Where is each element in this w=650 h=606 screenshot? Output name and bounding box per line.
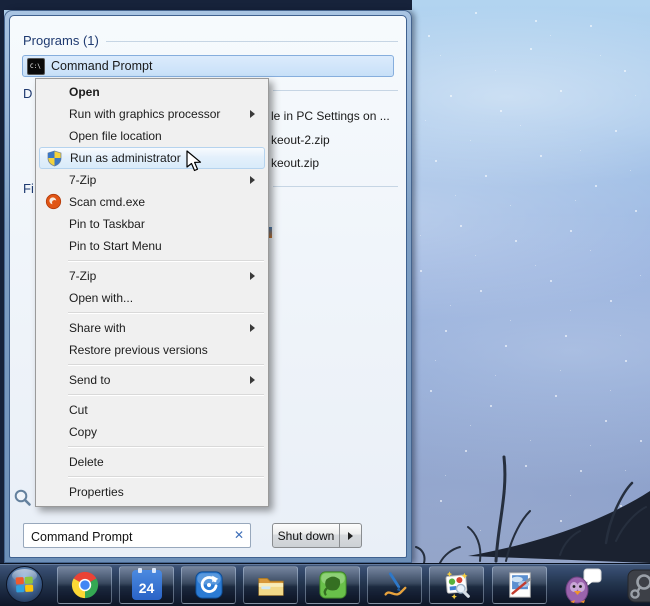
menu-item-share-with[interactable]: Share with: [39, 317, 265, 339]
taskbar-app-photo-viewer[interactable]: [492, 566, 547, 604]
menu-separator: [68, 446, 264, 448]
start-button[interactable]: [6, 566, 43, 603]
taskbar-app-steam[interactable]: [627, 568, 650, 604]
menu-separator: [68, 364, 264, 366]
menu-item-run-with-graphics-processor[interactable]: Run with graphics processor: [39, 103, 265, 125]
search-result-partial[interactable]: keout.zip: [271, 156, 319, 170]
section-divider: [273, 90, 398, 91]
clear-search-icon[interactable]: ✕: [234, 528, 244, 542]
menu-item-send-to[interactable]: Send to: [39, 369, 265, 391]
photo-wand-icon: [442, 570, 472, 600]
menu-item-7zip[interactable]: 7-Zip: [39, 265, 265, 287]
grass-silhouette: [410, 423, 650, 563]
menu-item-scan-cmd[interactable]: Scan cmd.exe: [39, 191, 265, 213]
context-menu: Open Run with graphics processor Open fi…: [35, 78, 269, 507]
taskbar-app-pidgin[interactable]: [560, 568, 604, 604]
documents-section-header-fragment: D: [23, 86, 32, 101]
menu-item-run-as-administrator[interactable]: Run as administrator: [39, 147, 265, 169]
taskbar-app-explorer[interactable]: [243, 566, 298, 604]
photo-viewer-icon: [506, 570, 534, 600]
svg-text:C:\: C:\: [30, 63, 41, 70]
uac-shield-icon: [46, 150, 63, 167]
taskbar-app-chrome[interactable]: [57, 566, 112, 604]
taskbar-app-evernote[interactable]: [305, 566, 360, 604]
menu-item-restore-previous-versions[interactable]: Restore previous versions: [39, 339, 265, 361]
circular-arrow-icon: [194, 570, 224, 600]
menu-item-properties[interactable]: Properties: [39, 481, 265, 503]
search-row: ✕ Shut down: [23, 523, 398, 550]
steam-icon: [627, 568, 650, 604]
search-input[interactable]: [29, 525, 228, 548]
command-prompt-icon: C:\: [27, 58, 45, 75]
search-result-partial[interactable]: keout-2.zip: [271, 133, 330, 147]
right-arrow-icon: [348, 532, 353, 540]
files-section-header-fragment: Fi: [23, 181, 34, 196]
pen-icon: [380, 570, 410, 600]
calendar-day: 24: [139, 580, 155, 600]
menu-item-label: Run as administrator: [70, 151, 181, 165]
folder-icon: [256, 571, 286, 599]
shutdown-button-group: Shut down: [272, 523, 362, 548]
menu-item-pin-to-taskbar[interactable]: Pin to Taskbar: [39, 213, 265, 235]
taskbar-app-calendar[interactable]: 24: [119, 566, 174, 604]
menu-separator: [68, 260, 264, 262]
pidgin-penguin-icon: [560, 568, 604, 604]
programs-section-header: Programs (1): [23, 33, 99, 48]
shutdown-button[interactable]: Shut down: [272, 523, 340, 548]
adaware-scan-icon: [45, 193, 62, 210]
menu-item-open-with[interactable]: Open with...: [39, 287, 265, 309]
menu-item-open-file-location[interactable]: Open file location: [39, 125, 265, 147]
result-label: Command Prompt: [51, 59, 152, 73]
taskbar-app-sync[interactable]: [181, 566, 236, 604]
calendar-icon: 24: [132, 570, 162, 600]
menu-item-cut[interactable]: Cut: [39, 399, 265, 421]
search-box[interactable]: ✕: [23, 523, 251, 548]
menu-item-pin-to-start-menu[interactable]: Pin to Start Menu: [39, 235, 265, 257]
taskbar-app-pen-notes[interactable]: [367, 566, 422, 604]
mouse-cursor: [186, 150, 208, 174]
menu-separator: [68, 394, 264, 396]
search-result-partial[interactable]: le in PC Settings on ...: [271, 109, 390, 123]
chrome-icon: [70, 570, 100, 600]
taskbar: 24: [0, 563, 650, 606]
menu-separator: [68, 312, 264, 314]
section-divider: [273, 186, 398, 187]
menu-separator: [68, 476, 264, 478]
menu-item-delete[interactable]: Delete: [39, 451, 265, 473]
shutdown-options-button[interactable]: [340, 523, 362, 548]
menu-item-copy[interactable]: Copy: [39, 421, 265, 443]
taskbar-app-photo-editor[interactable]: [429, 566, 484, 604]
menu-item-7zip-top[interactable]: 7-Zip: [39, 169, 265, 191]
section-divider: [106, 41, 398, 42]
menu-item-label: Scan cmd.exe: [69, 195, 145, 209]
evernote-elephant-icon: [318, 570, 348, 600]
background-window-edge: [0, 0, 412, 10]
windows-logo-icon: [15, 576, 34, 593]
search-result-command-prompt[interactable]: C:\ Command Prompt: [22, 55, 394, 77]
see-more-results-magnifier-icon[interactable]: [13, 488, 32, 507]
menu-item-open[interactable]: Open: [39, 81, 265, 103]
